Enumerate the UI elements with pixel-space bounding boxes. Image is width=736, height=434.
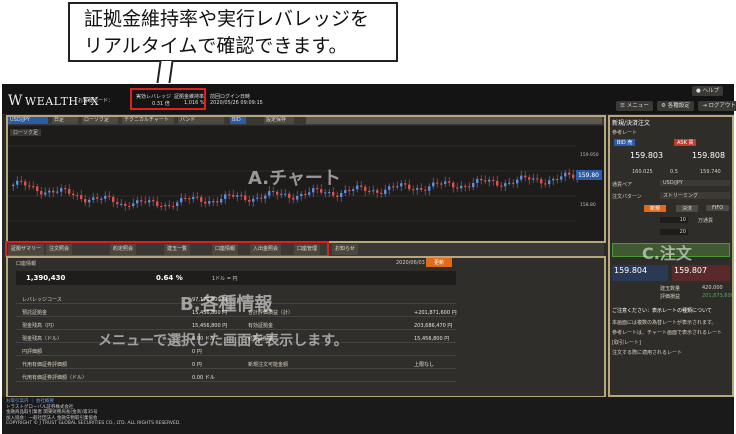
last-login-label: 前回ログイン日時 [210,94,251,100]
header: W WEALTH FX お客様コード： 実効レバレッジ 0.31 倍 証拠金維持率… [2,84,736,114]
footer: お取引案内 ｜ 会社概要 トラストグローバル証券株式会社 金融商品取引業者 関東… [2,397,734,434]
logo-mark-icon: W [8,93,23,109]
help-label: ヘルプ [702,88,720,94]
tab-news[interactable]: お知らせ [332,244,358,255]
help-button[interactable]: ● ヘルプ [692,86,724,96]
menu-label: メニュー [626,103,649,109]
chart-overlay-label: A.チャート [248,168,341,189]
settings-button[interactable]: ⚙ 各種設定 [657,101,694,111]
callout-line-2: リアルタイムで確認できます。 [84,35,348,57]
callout-tail [156,61,174,83]
logout-label: ログアウト [708,103,736,109]
callout-box: 証拠金維持率や実行レバレッジを リアルタイムで確認できます。 [68,2,398,62]
highlight-box-margin [130,88,206,110]
trading-app: W WEALTH FX お客様コード： 実効レバレッジ 0.31 倍 証拠金維持率… [2,84,736,434]
footer-copyright: COPYRIGHT © J TRUST GLOBAL SECURITIES CO… [6,421,181,426]
info-overlay-text: メニューで選択した画面を表示します。 [98,333,348,349]
settings-label: 各種設定 [667,103,690,109]
info-overlay-title: B.各種情報 [180,294,273,315]
order-overlay-label: C.注文 [642,244,692,263]
account-label: お客様コード： [78,98,114,104]
region-info-frame [6,256,606,398]
logout-button[interactable]: ⇥ ログアウト [698,101,736,111]
callout-line-1: 証拠金維持率や実行レバレッジを [84,8,370,30]
highlight-box-tabs [5,241,329,257]
menu-button[interactable]: ☰ メニュー [616,101,653,111]
last-login-value: 2020/05/26 09:09:15 [210,100,263,106]
